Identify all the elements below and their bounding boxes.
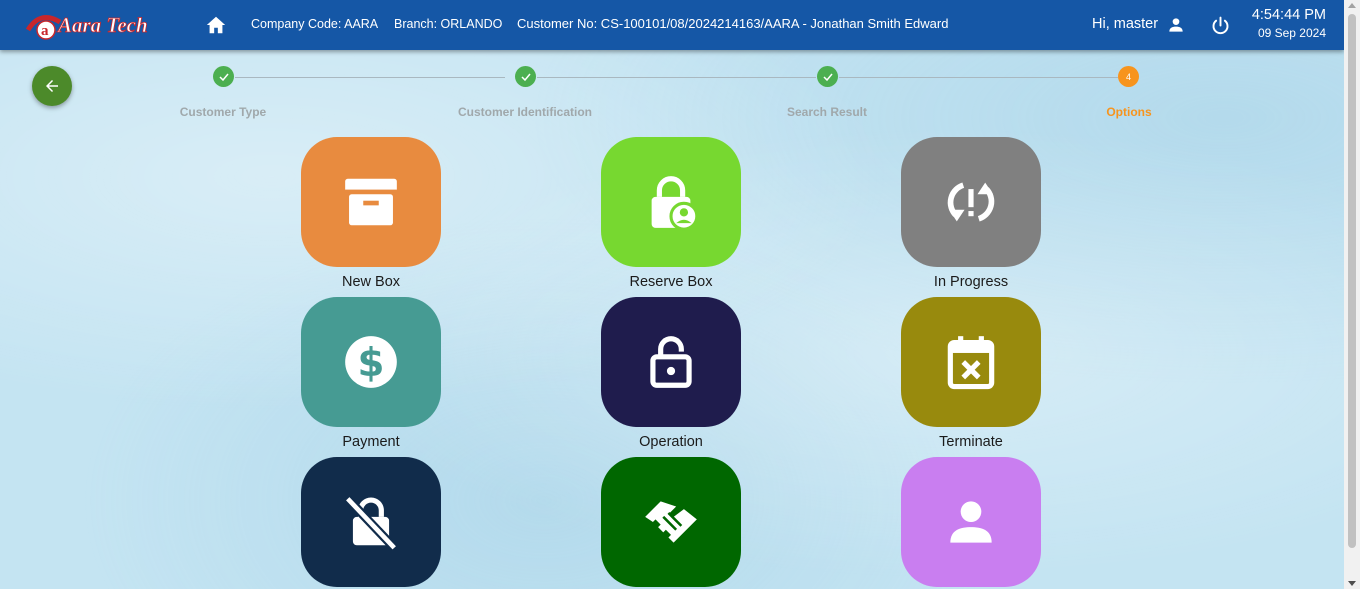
person-tile[interactable] xyxy=(901,457,1041,587)
in-progress-label: In Progress xyxy=(933,274,1009,290)
terminate-label: Terminate xyxy=(939,434,1003,450)
step-connector xyxy=(839,77,1118,78)
step-1-check-icon xyxy=(213,66,234,87)
in-progress-button[interactable]: In Progress xyxy=(901,137,1041,290)
in-progress-tile[interactable] xyxy=(901,137,1041,267)
lock-open-icon xyxy=(650,336,692,388)
step-connector xyxy=(235,77,505,78)
step-label-search-result: Search Result xyxy=(786,105,868,119)
step-label-customer-type: Customer Type xyxy=(179,105,267,119)
scroll-up-arrow[interactable] xyxy=(1348,3,1356,8)
terminate-tile[interactable] xyxy=(901,297,1041,427)
new-box-tile[interactable] xyxy=(301,137,441,267)
calendar-x-icon xyxy=(947,336,995,390)
operation-label: Operation xyxy=(639,434,703,450)
scroll-down-arrow[interactable] xyxy=(1348,581,1356,586)
scrollbar-thumb[interactable] xyxy=(1348,14,1356,548)
sync-problem-icon xyxy=(947,182,995,222)
lock-off-tile[interactable] xyxy=(301,457,441,587)
lock-user-icon xyxy=(651,176,699,231)
payment-label: Payment xyxy=(342,434,400,450)
payment-button[interactable]: $ Payment xyxy=(301,297,441,450)
step-2-check-icon xyxy=(515,66,536,87)
dollar-circle-icon: $ xyxy=(345,336,397,388)
reserve-box-label: Reserve Box xyxy=(629,274,713,290)
step-4-number: 4 xyxy=(1118,66,1139,87)
new-box-label: New Box xyxy=(341,274,401,290)
operation-button[interactable]: Operation xyxy=(601,297,741,450)
progress-stepper: 4 Customer Type Customer Identification … xyxy=(0,0,1344,130)
lock-off-button[interactable] xyxy=(301,457,441,589)
step-connector xyxy=(537,77,816,78)
step-label-customer-identification: Customer Identification xyxy=(457,105,592,119)
archive-box-icon xyxy=(345,178,397,226)
vertical-scrollbar[interactable] xyxy=(1344,0,1360,589)
operation-tile[interactable] xyxy=(601,297,741,427)
lock-off-icon xyxy=(344,495,398,551)
step-3-check-icon xyxy=(817,66,838,87)
person-button[interactable] xyxy=(901,457,1041,589)
handshake-button[interactable] xyxy=(601,457,741,589)
handshake-tile[interactable] xyxy=(601,457,741,587)
svg-text:$: $ xyxy=(358,341,385,386)
payment-tile[interactable]: $ xyxy=(301,297,441,427)
terminate-button[interactable]: Terminate xyxy=(901,297,1041,450)
reserve-box-tile[interactable] xyxy=(601,137,741,267)
step-label-options: Options xyxy=(1106,105,1152,119)
handshake-icon xyxy=(645,501,697,543)
new-box-button[interactable]: New Box xyxy=(301,137,441,290)
reserve-box-button[interactable]: Reserve Box xyxy=(601,137,741,290)
person-icon xyxy=(950,501,992,543)
